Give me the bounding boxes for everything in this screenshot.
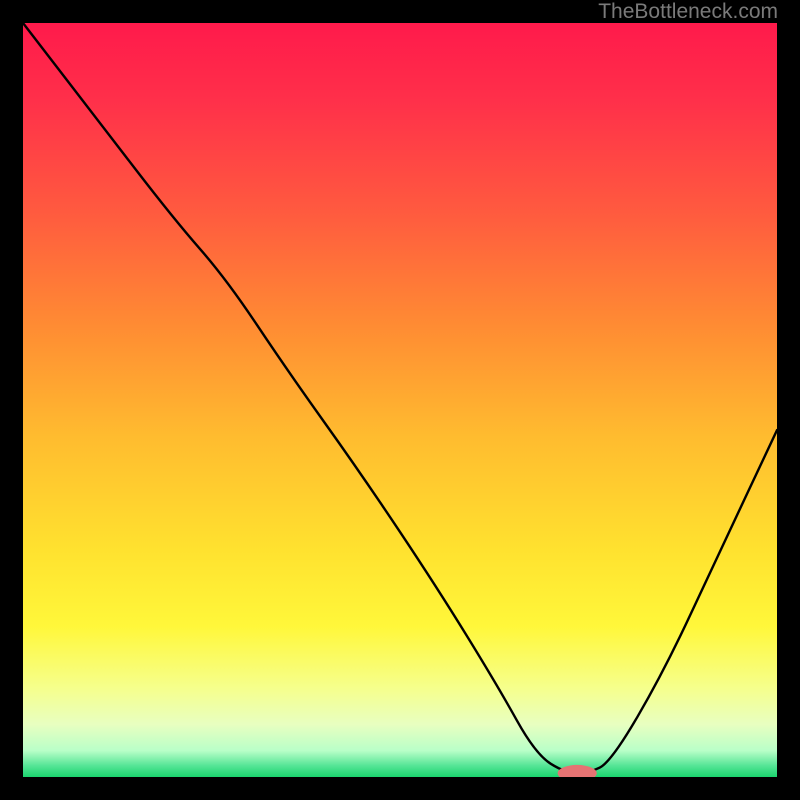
watermark-text: TheBottleneck.com — [598, 0, 778, 24]
bottleneck-chart — [23, 23, 777, 777]
gradient-background — [23, 23, 777, 777]
chart-frame — [23, 23, 777, 777]
